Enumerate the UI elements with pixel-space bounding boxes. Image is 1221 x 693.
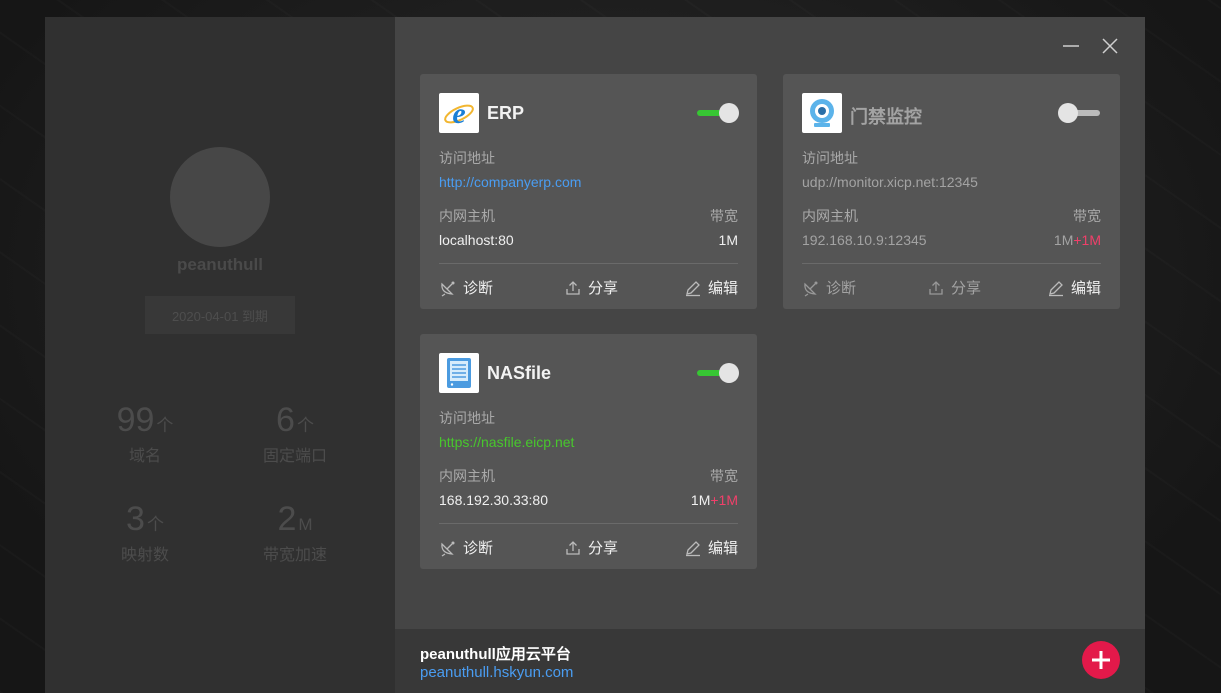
address-link[interactable]: http://companyerp.com: [439, 174, 581, 190]
share-button[interactable]: 分享: [564, 277, 618, 298]
share-icon: [566, 540, 580, 555]
bandwidth-value: 1M+1M: [1054, 232, 1101, 248]
satellite-icon: [441, 281, 455, 297]
bandwidth-label: 带宽: [1073, 208, 1101, 224]
share-button[interactable]: 分享: [564, 537, 618, 558]
address-link[interactable]: https://nasfile.eicp.net: [439, 434, 574, 450]
minimize-icon: [1063, 45, 1079, 47]
stat-bandwidth-boost: 2M 带宽加速: [220, 499, 370, 565]
mapping-card-monitor[interactable]: 门禁监控 访问地址 udp://monitor.xicp.net:12345 内…: [783, 74, 1120, 309]
host-value: 192.168.10.9:12345: [802, 232, 927, 248]
satellite-icon: [804, 281, 818, 297]
stat-label: 带宽加速: [262, 547, 327, 564]
profile-sidebar: peanuthull 2020-04-01 到期 99 个 域名 6个 固定端口 …: [45, 17, 395, 693]
add-mapping-button[interactable]: [1082, 641, 1120, 679]
stat-label: 域名: [128, 448, 161, 465]
card-title: NASfile: [487, 363, 552, 383]
edit-label: 编辑: [708, 540, 739, 557]
bandwidth-extra: +1M: [1073, 232, 1101, 248]
pencil-icon: [686, 540, 700, 556]
diagnose-button[interactable]: 诊断: [802, 277, 856, 298]
edit-button[interactable]: 编辑: [684, 277, 738, 298]
share-icon: [566, 280, 580, 295]
stat-fixed-ports: 6个 固定端口: [220, 400, 370, 466]
diagnose-button[interactable]: 诊断: [439, 537, 493, 558]
stat-unit: 个: [296, 416, 314, 435]
stat-unit: 个: [146, 515, 164, 534]
diagnose-label: 诊断: [463, 280, 494, 297]
diagnose-button[interactable]: 诊断: [439, 277, 493, 298]
address-label: 访问地址: [439, 410, 495, 426]
bandwidth-value: 1M: [719, 232, 738, 248]
mapping-card-erp[interactable]: e ERP 访问地址 http://companyerp.com 内网主机 带宽…: [420, 74, 757, 309]
share-label: 分享: [588, 280, 619, 297]
share-icon: [929, 280, 943, 295]
host-label: 内网主机: [439, 468, 495, 484]
bandwidth-label: 带宽: [710, 468, 738, 484]
platform-title: peanuthull应用云平台: [420, 646, 571, 663]
host-label: 内网主机: [439, 208, 495, 224]
enable-toggle[interactable]: [1058, 103, 1102, 123]
card-title: 门禁监控: [850, 107, 922, 127]
diagnose-label: 诊断: [826, 280, 857, 297]
main-panel: e ERP 访问地址 http://companyerp.com 内网主机 带宽…: [395, 17, 1145, 693]
plus-icon: [1092, 651, 1110, 669]
address-label: 访问地址: [439, 150, 495, 166]
username: peanuthull: [177, 255, 263, 274]
close-button[interactable]: [1099, 35, 1121, 57]
bandwidth-base: 1M: [690, 492, 711, 508]
host-value: localhost:80: [439, 232, 514, 248]
stat-unit: M: [298, 515, 313, 534]
bandwidth-value: 1M+1M: [691, 492, 738, 508]
edit-label: 编辑: [708, 280, 739, 297]
pencil-icon: [1049, 280, 1063, 296]
address-link[interactable]: udp://monitor.xicp.net:12345: [802, 174, 978, 190]
share-label: 分享: [588, 540, 619, 557]
bandwidth-base: 1M: [718, 232, 738, 248]
ie-icon: e: [439, 93, 479, 133]
divider: [439, 263, 738, 264]
edit-button[interactable]: 编辑: [684, 537, 738, 558]
satellite-icon: [441, 541, 455, 557]
webcam-icon: [802, 93, 842, 133]
share-label: 分享: [951, 280, 982, 297]
stat-value: 2: [277, 500, 297, 538]
enable-toggle[interactable]: [695, 363, 739, 383]
bandwidth-extra: +1M: [710, 492, 738, 508]
divider: [439, 523, 738, 524]
nas-server-icon: [439, 353, 479, 393]
platform-link[interactable]: peanuthull.hskyun.com: [420, 664, 573, 681]
stat-value: 3: [126, 500, 145, 538]
edit-button[interactable]: 编辑: [1047, 277, 1101, 298]
footer-bar: peanuthull应用云平台 peanuthull.hskyun.com: [395, 629, 1145, 693]
diagnose-label: 诊断: [463, 540, 494, 557]
svg-text:e: e: [452, 97, 465, 130]
share-button[interactable]: 分享: [927, 277, 981, 298]
card-title: ERP: [487, 103, 525, 123]
expire-date-badge: 2020-04-01 到期: [145, 296, 295, 334]
enable-toggle[interactable]: [695, 103, 739, 123]
stat-value: 6: [276, 401, 295, 439]
bandwidth-label: 带宽: [710, 208, 738, 224]
stat-domains: 99 个 域名: [70, 400, 220, 466]
bandwidth-base: 1M: [1053, 232, 1074, 248]
minimize-button[interactable]: [1060, 35, 1082, 57]
close-icon: [1102, 38, 1118, 54]
app-window: peanuthull 2020-04-01 到期 99 个 域名 6个 固定端口 …: [45, 17, 1145, 693]
edit-label: 编辑: [1071, 280, 1102, 297]
host-label: 内网主机: [802, 208, 858, 224]
stat-label: 映射数: [120, 547, 169, 564]
stat-unit: 个: [156, 416, 174, 435]
stat-label: 固定端口: [262, 448, 327, 465]
avatar: [170, 147, 270, 247]
pencil-icon: [686, 280, 700, 296]
divider: [802, 263, 1101, 264]
stat-value: 99: [116, 401, 155, 439]
host-value: 168.192.30.33:80: [439, 492, 548, 508]
address-label: 访问地址: [802, 150, 858, 166]
mapping-card-nasfile[interactable]: NASfile 访问地址 https://nasfile.eicp.net 内网…: [420, 334, 757, 569]
stat-mappings: 3个 映射数: [70, 499, 220, 565]
